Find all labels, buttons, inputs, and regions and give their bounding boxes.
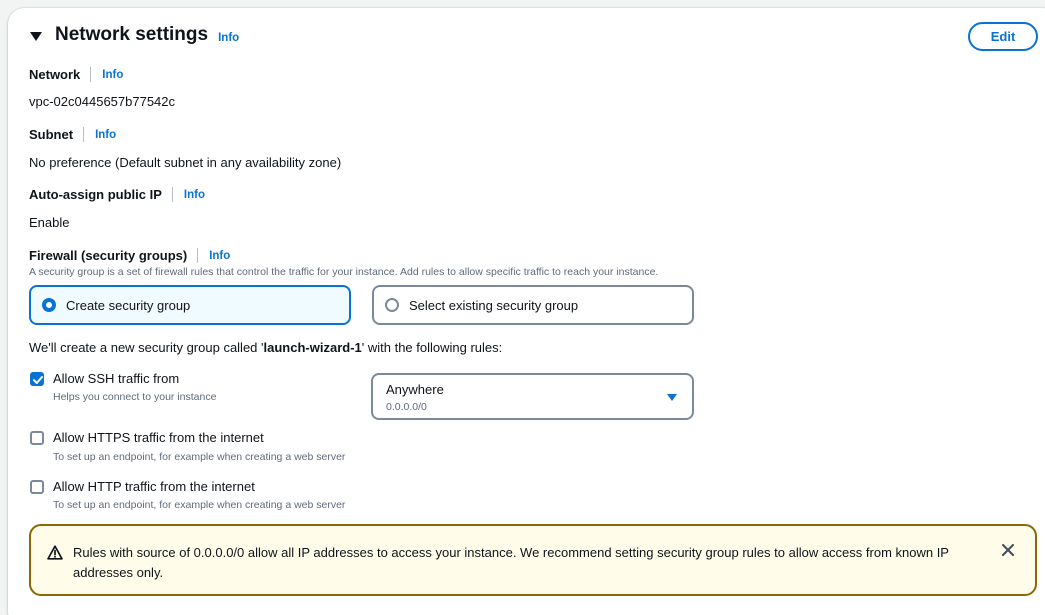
create-security-group-label: Create security group bbox=[66, 297, 191, 313]
network-info-link[interactable]: Info bbox=[102, 69, 123, 81]
sentence-suffix: ' with the following rules: bbox=[361, 340, 503, 355]
firewall-description: A security group is a set of firewall ru… bbox=[29, 266, 659, 278]
divider bbox=[83, 127, 85, 142]
radio-unselected-icon[interactable] bbox=[385, 298, 399, 312]
section-title: Network settings bbox=[55, 24, 209, 45]
subnet-value: No preference (Default subnet in any ava… bbox=[29, 155, 342, 170]
ssh-source-cidr: 0.0.0.0/0 bbox=[386, 401, 427, 413]
allow-http-label[interactable]: Allow HTTP traffic from the internet bbox=[53, 479, 255, 494]
subnet-info-link[interactable]: Info bbox=[95, 129, 116, 141]
create-security-group-tile[interactable]: Create security group bbox=[29, 285, 351, 325]
allow-ssh-label[interactable]: Allow SSH traffic from bbox=[53, 371, 179, 386]
warning-alert: Rules with source of 0.0.0.0/0 allow all… bbox=[29, 524, 1037, 596]
ssh-source-value: Anywhere bbox=[386, 382, 444, 397]
divider bbox=[171, 187, 173, 202]
allow-ssh-checkbox[interactable] bbox=[30, 372, 44, 386]
section-header[interactable]: Network settings Info bbox=[30, 24, 239, 46]
subnet-label: Subnet bbox=[29, 127, 74, 142]
auto-assign-label-row: Auto-assign public IP Info bbox=[29, 187, 205, 202]
select-existing-security-group-tile[interactable]: Select existing security group bbox=[372, 285, 694, 325]
warning-alert-text: Rules with source of 0.0.0.0/0 allow all… bbox=[73, 545, 949, 580]
edit-button[interactable]: Edit bbox=[968, 22, 1038, 51]
firewall-info-link[interactable]: Info bbox=[209, 250, 230, 262]
allow-http-description: To set up an endpoint, for example when … bbox=[53, 499, 346, 511]
sentence-prefix: We'll create a new security group called… bbox=[29, 340, 264, 355]
divider bbox=[197, 248, 199, 263]
network-label-row: Network Info bbox=[29, 67, 123, 82]
network-value: vpc-02c0445657b77542c bbox=[29, 94, 176, 109]
allow-https-label[interactable]: Allow HTTPS traffic from the internet bbox=[53, 430, 264, 445]
close-icon[interactable] bbox=[1001, 543, 1015, 557]
radio-selected-icon[interactable] bbox=[42, 298, 56, 312]
auto-assign-value: Enable bbox=[29, 215, 70, 230]
select-existing-security-group-label: Select existing security group bbox=[409, 297, 579, 313]
subnet-label-row: Subnet Info bbox=[29, 127, 116, 142]
caret-down-icon[interactable] bbox=[667, 394, 677, 401]
warning-icon bbox=[47, 545, 63, 560]
allow-https-checkbox[interactable] bbox=[30, 431, 44, 445]
allow-http-checkbox[interactable] bbox=[30, 480, 44, 494]
allow-ssh-description: Helps you connect to your instance bbox=[53, 391, 217, 403]
checkmark-icon bbox=[33, 376, 43, 384]
security-group-sentence: We'll create a new security group called… bbox=[29, 340, 502, 355]
auto-assign-info-link[interactable]: Info bbox=[184, 189, 205, 201]
divider bbox=[90, 67, 92, 82]
section-info-link[interactable]: Info bbox=[218, 32, 239, 44]
network-label: Network bbox=[29, 67, 81, 82]
security-group-name: launch-wizard-1 bbox=[263, 340, 362, 355]
firewall-label-row: Firewall (security groups) Info bbox=[29, 248, 230, 263]
ssh-source-select[interactable]: Anywhere 0.0.0.0/0 bbox=[371, 373, 694, 420]
allow-https-description: To set up an endpoint, for example when … bbox=[53, 451, 346, 463]
auto-assign-label: Auto-assign public IP bbox=[29, 187, 162, 202]
firewall-label: Firewall (security groups) bbox=[29, 248, 188, 263]
caret-down-icon[interactable] bbox=[30, 31, 42, 41]
